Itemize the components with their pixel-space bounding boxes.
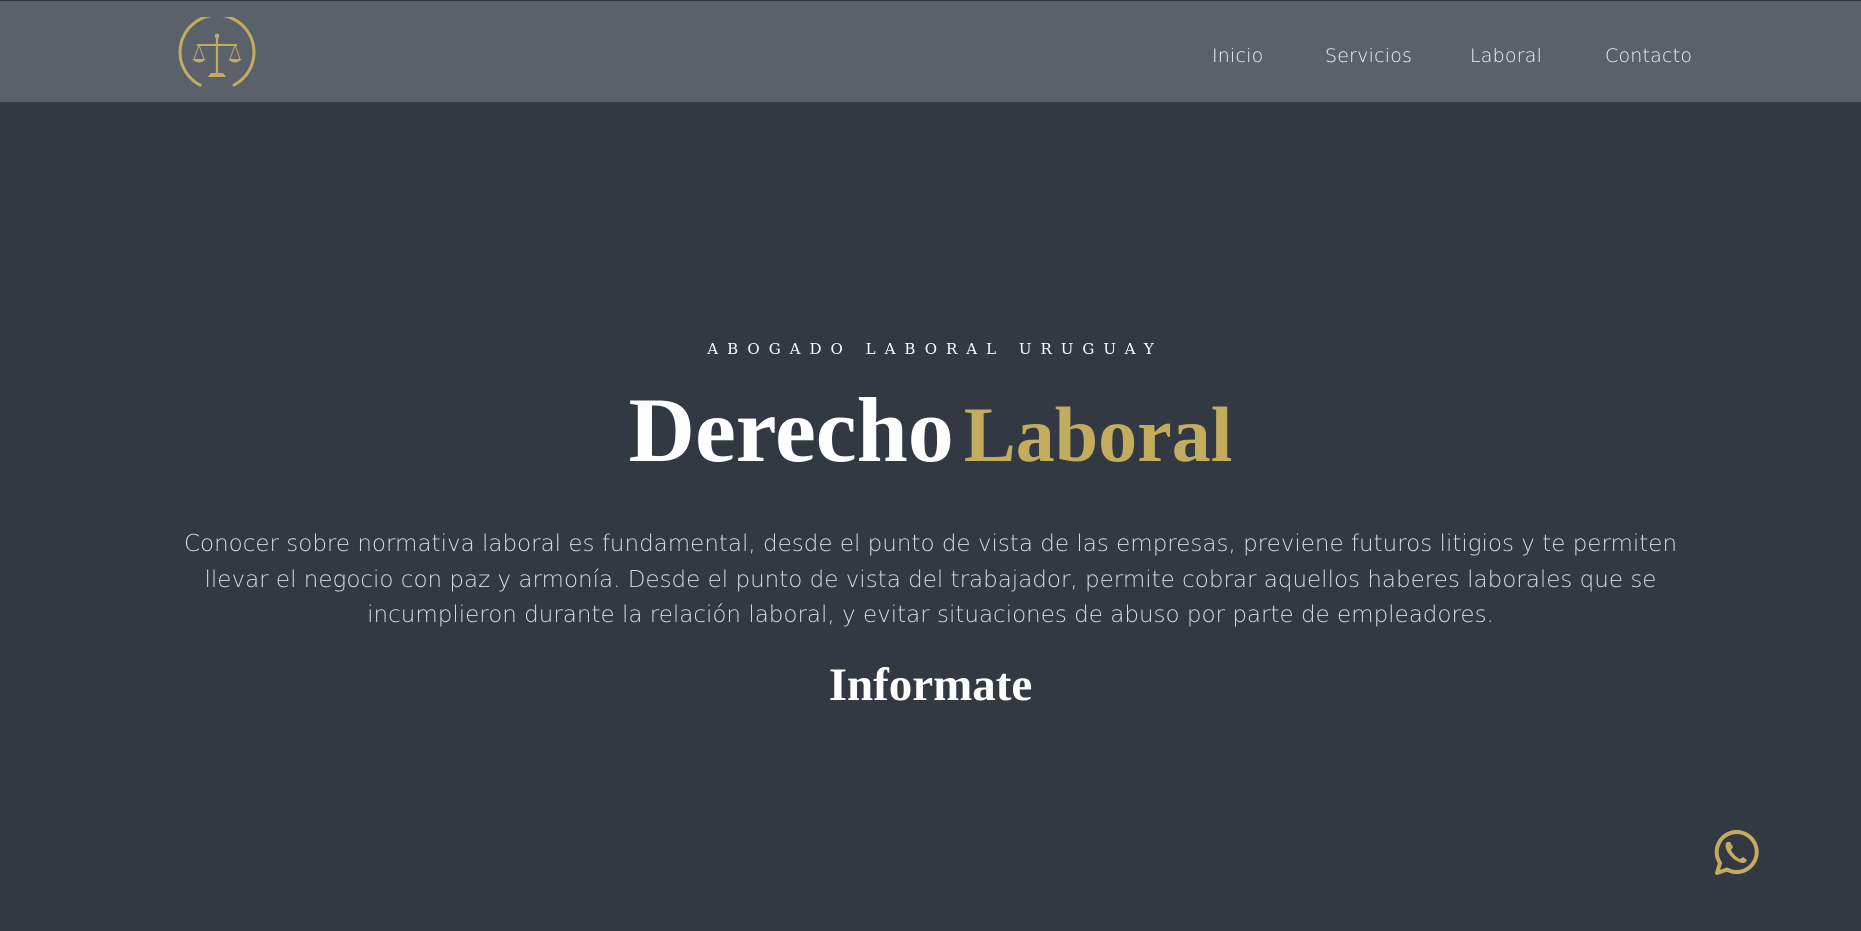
- whatsapp-button[interactable]: [1708, 825, 1762, 879]
- nav-link-inicio[interactable]: Inicio: [1212, 45, 1263, 67]
- hero-section: ABOGADO LABORAL URUGUAY Derecho Laboral C…: [0, 102, 1861, 931]
- main-nav: Inicio Servicios Laboral Contacto: [0, 45, 1861, 69]
- hero-eyebrow: ABOGADO LABORAL URUGUAY: [707, 340, 1163, 358]
- hero-title: Derecho Laboral: [0, 384, 1861, 476]
- informate-heading[interactable]: Informate: [0, 662, 1861, 709]
- hero-description-line: incumplieron durante la relación laboral…: [367, 602, 1494, 628]
- nav-link-contacto[interactable]: Contacto: [1605, 45, 1692, 67]
- hero-description-line: Conocer sobre normativa laboral es funda…: [183, 531, 1678, 557]
- nav-link-laboral[interactable]: Laboral: [1470, 45, 1542, 67]
- site-header: Inicio Servicios Laboral Contacto: [0, 0, 1861, 102]
- hero-description: Conocer sobre normativa laboral es funda…: [165, 527, 1696, 634]
- whatsapp-icon: [1714, 830, 1759, 875]
- hero-title-accent: Laboral: [963, 391, 1233, 478]
- hero-title-primary: Derecho: [628, 379, 954, 481]
- nav-link-servicios[interactable]: Servicios: [1325, 45, 1412, 67]
- hero-description-line: llevar el negocio con paz y armonía. Des…: [204, 566, 1657, 593]
